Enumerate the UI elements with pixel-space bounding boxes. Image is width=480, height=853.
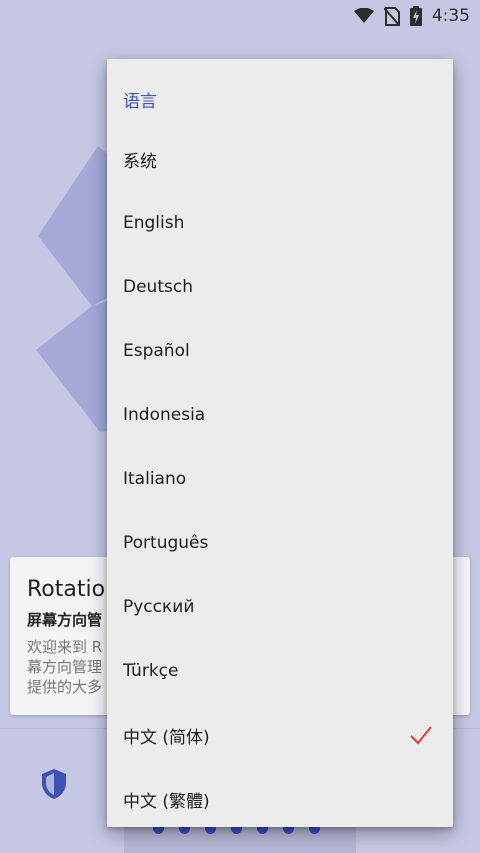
language-option-chinese-traditional[interactable]: 中文 (繁體) — [107, 767, 453, 831]
welcome-subtitle: 屏幕方向管 — [27, 611, 103, 629]
language-label: Русский — [123, 597, 195, 617]
language-label: Deutsch — [123, 277, 193, 297]
language-label: 中文 (繁體) — [123, 791, 210, 812]
wifi-icon — [353, 8, 374, 23]
language-option-turkce[interactable]: Türkçe — [107, 639, 453, 703]
language-label: Português — [123, 533, 209, 553]
language-option-system[interactable]: 系统 — [107, 127, 453, 191]
status-bar: 4:35 — [0, 0, 480, 32]
language-option-chinese-simplified[interactable]: 中文 (简体) — [107, 703, 453, 767]
language-label: Indonesia — [123, 405, 206, 425]
language-label: Italiano — [123, 469, 187, 489]
status-icons: 4:35 — [353, 5, 470, 27]
language-option-deutsch[interactable]: Deutsch — [107, 255, 453, 319]
welcome-title: Rotation — [27, 577, 120, 602]
language-list: 系统 English Deutsch Español Indonesia Ita… — [107, 127, 453, 831]
no-sim-icon — [383, 6, 400, 26]
language-option-espanol[interactable]: Español — [107, 319, 453, 383]
language-dialog: 语言 系统 English Deutsch Español Indonesia … — [107, 59, 453, 827]
language-option-english[interactable]: English — [107, 191, 453, 255]
language-option-russian[interactable]: Русский — [107, 575, 453, 639]
check-icon — [410, 726, 432, 745]
language-option-portugues[interactable]: Português — [107, 511, 453, 575]
language-option-indonesia[interactable]: Indonesia — [107, 383, 453, 447]
language-label: 系统 — [123, 151, 157, 172]
dialog-title: 语言 — [123, 92, 157, 112]
battery-charging-icon — [409, 6, 422, 26]
welcome-body: 欢迎来到 R 幕方向管理 提供的大多 — [27, 638, 103, 696]
language-label: Türkçe — [123, 661, 179, 681]
language-label: Español — [123, 341, 190, 361]
language-option-italiano[interactable]: Italiano — [107, 447, 453, 511]
status-time: 4:35 — [431, 6, 470, 26]
shield-icon[interactable] — [40, 768, 68, 800]
language-label: English — [123, 213, 185, 233]
language-label: 中文 (简体) — [123, 727, 210, 748]
